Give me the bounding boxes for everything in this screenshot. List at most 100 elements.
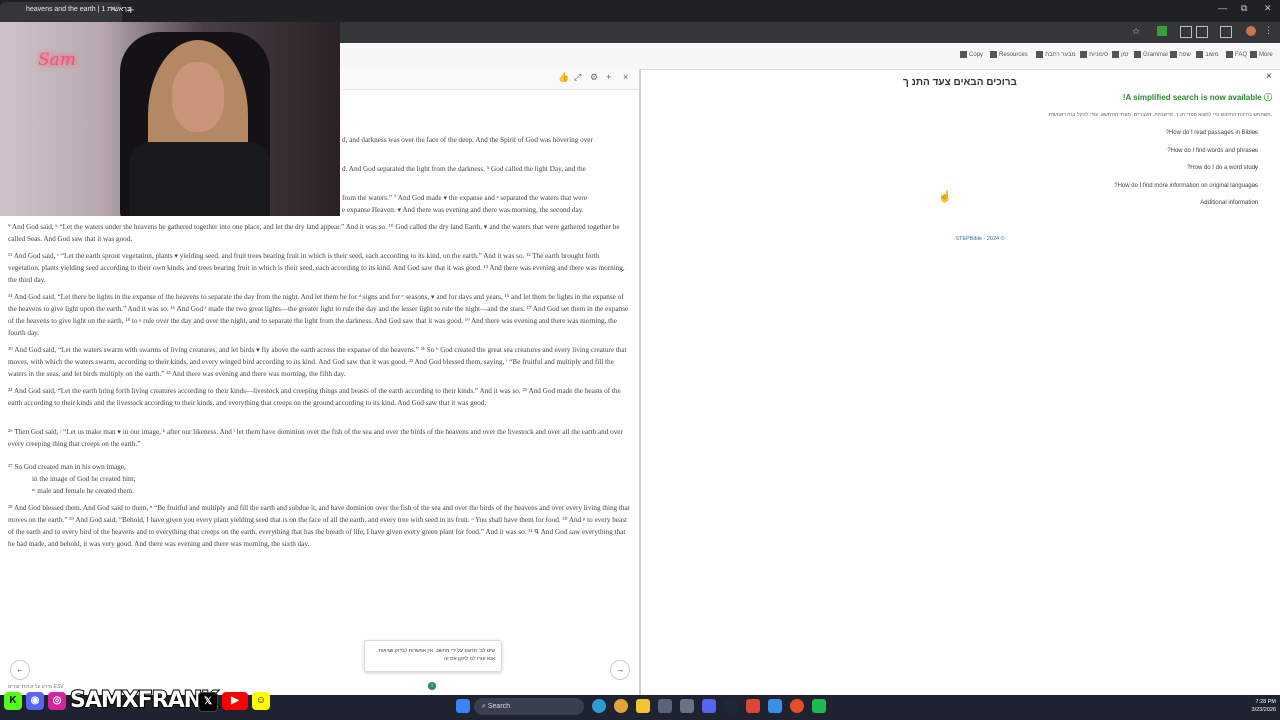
toolbar-chart[interactable]: מבער רחבת: [1036, 51, 1076, 58]
search-instructions: השתמש בתיבת החיפוש כדי למצוא ספרי תנ ך, …: [1048, 112, 1272, 118]
streamer-face: [172, 62, 224, 132]
new-tab-button[interactable]: +: [127, 2, 135, 17]
close-icon[interactable]: ×: [623, 72, 628, 82]
grammar-icon: [1134, 51, 1141, 58]
help-link[interactable]: ?How do I find words and phrases: [1000, 148, 1258, 154]
verse-paragraph: ⁹ And God said, ᵇ “Let the waters under …: [8, 223, 620, 243]
toolbar-faq[interactable]: FAQ: [1226, 51, 1247, 58]
extension-icon[interactable]: [1180, 26, 1192, 38]
close-window-button[interactable]: ✕: [1264, 3, 1272, 14]
settings-icon[interactable]: [680, 699, 694, 713]
chart-icon: [1036, 51, 1043, 58]
chevron-right-icon: ›: [1254, 165, 1256, 171]
chrome-icon[interactable]: [790, 699, 804, 713]
previous-chapter-button[interactable]: ←: [10, 660, 30, 680]
help-link[interactable]: Additional information: [1000, 200, 1258, 206]
social-overlay: K ◉ ◎ SAMXFRANK 𝕏 ▶ ☺: [0, 687, 290, 720]
snapchat-icon: ☺: [252, 692, 270, 710]
extension-icon[interactable]: [1157, 26, 1167, 36]
maximize-button[interactable]: ⧉: [1241, 3, 1247, 14]
app-icon[interactable]: [812, 699, 826, 713]
toolbar-copy[interactable]: Copy: [960, 51, 983, 58]
tab-close-icon[interactable]: ×: [110, 4, 116, 15]
x-icon: 𝕏: [198, 692, 218, 712]
copy-icon: [960, 51, 967, 58]
system-clock[interactable]: 7:28 PM 3/23/2026: [1236, 698, 1276, 714]
chevron-right-icon: ›: [1254, 183, 1256, 189]
edge-icon[interactable]: [592, 699, 606, 713]
simplified-search-notice[interactable]: !A simplified search is now available ⓘ: [1080, 92, 1272, 103]
help-icon: [1226, 51, 1233, 58]
streamer-handle: SAMXFRANK: [69, 687, 219, 714]
windows-start-icon[interactable]: [456, 699, 470, 713]
verse-fragment: d. And God separated the light from the …: [342, 165, 586, 173]
profile-avatar[interactable]: [1246, 26, 1256, 36]
poem-line: in the image of God he created him;: [32, 475, 136, 483]
neon-sign: Sam: [38, 50, 76, 70]
folder-icon[interactable]: [636, 699, 650, 713]
verse-paragraph: ²⁰ And God said, “Let the waters swarm w…: [8, 346, 627, 378]
add-icon[interactable]: +: [606, 72, 611, 82]
obs-icon[interactable]: [746, 699, 760, 713]
thumb-up-icon[interactable]: 👍: [558, 72, 569, 83]
verse-fragment: e expanse Heaven. ▾ And there was evenin…: [342, 206, 584, 214]
toolbar-font[interactable]: זמן: [1112, 51, 1129, 58]
resources-icon: [990, 51, 997, 58]
menu-icon[interactable]: ⋮: [1264, 25, 1273, 36]
toolbar-bookmarks[interactable]: סימניות: [1080, 51, 1108, 58]
app-toolbar: Copy Resources מבער רחבת סימניות זמן Gra…: [340, 43, 1280, 70]
toolbar-grammar[interactable]: Grammar: [1134, 51, 1168, 58]
help-link[interactable]: ?How do I read passages in Bibles: [1000, 130, 1258, 136]
help-link[interactable]: ?How do I find more information on origi…: [1000, 183, 1258, 189]
steam-icon[interactable]: [724, 699, 738, 713]
more-icon: [1250, 51, 1257, 58]
chevron-right-icon: ›: [1254, 200, 1256, 206]
toolbar-more[interactable]: More: [1250, 51, 1273, 58]
chevron-right-icon: ›: [1254, 130, 1256, 136]
chrome-icon[interactable]: [614, 699, 628, 713]
toolbar-resources[interactable]: Resources: [990, 51, 1028, 58]
calendar-icon[interactable]: [658, 699, 672, 713]
chevron-right-icon: ›: [1254, 148, 1256, 154]
webcam-overlay: Sam: [0, 22, 340, 216]
gear-icon[interactable]: ⚙: [590, 72, 598, 83]
discord-icon: ◉: [26, 692, 44, 710]
close-panel-icon[interactable]: ×: [1266, 71, 1272, 82]
toolbar-language[interactable]: שפה: [1170, 51, 1191, 58]
discord-icon[interactable]: [702, 699, 716, 713]
site-footer[interactable]: STEPBible - 2024 ©: [900, 236, 1060, 242]
help-link[interactable]: ?How do I do a word study: [1000, 165, 1258, 171]
popup-text: שים לב: תרגום על ידי מחשב. אין אפשרות לב…: [377, 648, 495, 662]
taskbar-search[interactable]: ⌕ Search: [474, 698, 584, 715]
expand-icon[interactable]: ⤢: [574, 72, 581, 83]
verse-fragment: from the waters.” ⁷ And God made ▾ the e…: [342, 194, 587, 202]
verse-paragraph: ¹⁴ And God said, “Let there be lights in…: [8, 293, 629, 337]
font-icon: [1112, 51, 1119, 58]
toolbar-feedback[interactable]: משוב: [1196, 51, 1219, 58]
poem-line: ²⁷ So God created man in his own image,: [8, 463, 126, 471]
passage-panel-header: 👍 ⤢ ⚙ + ×: [340, 69, 639, 90]
feedback-icon: [1196, 51, 1203, 58]
star-icon[interactable]: ☆: [1132, 26, 1140, 37]
puzzle-icon[interactable]: [1196, 26, 1208, 38]
bookmark-icon: [1080, 51, 1087, 58]
info-circle-icon: ⓘ: [1264, 93, 1272, 102]
copyright-link[interactable]: מידע על זכויות יוצרים ESV: [8, 684, 64, 690]
verse-paragraph: ²⁶ Then God said, ʲ “Let us make man ▾ i…: [8, 428, 623, 448]
browser-tabstrip: heavens and the earth | 1 בְּרֵאשִׁית × …: [0, 0, 1280, 22]
kick-icon: K: [4, 692, 22, 710]
streamer-body: [130, 142, 270, 216]
browser-tab[interactable]: heavens and the earth | 1 בְּרֵאשִׁית ×: [0, 2, 131, 22]
instagram-icon: ◎: [48, 692, 66, 710]
language-icon: [1170, 51, 1177, 58]
search-icon: ⌕: [482, 703, 486, 710]
next-chapter-button[interactable]: →: [610, 660, 630, 680]
translation-popup: שים לב: תרגום על ידי מחשב. אין אפשרות לב…: [364, 640, 502, 672]
sidebar-icon[interactable]: [1220, 26, 1232, 38]
minimize-button[interactable]: —: [1218, 3, 1227, 13]
verse-paragraph: ²⁴ And God said, “Let the earth bring fo…: [8, 387, 621, 407]
info-icon[interactable]: i: [428, 682, 436, 690]
welcome-title: ברוכים הבאים צעד התנ ך: [903, 77, 1017, 88]
youtube-icon: ▶: [222, 692, 248, 710]
app-icon[interactable]: [768, 699, 782, 713]
